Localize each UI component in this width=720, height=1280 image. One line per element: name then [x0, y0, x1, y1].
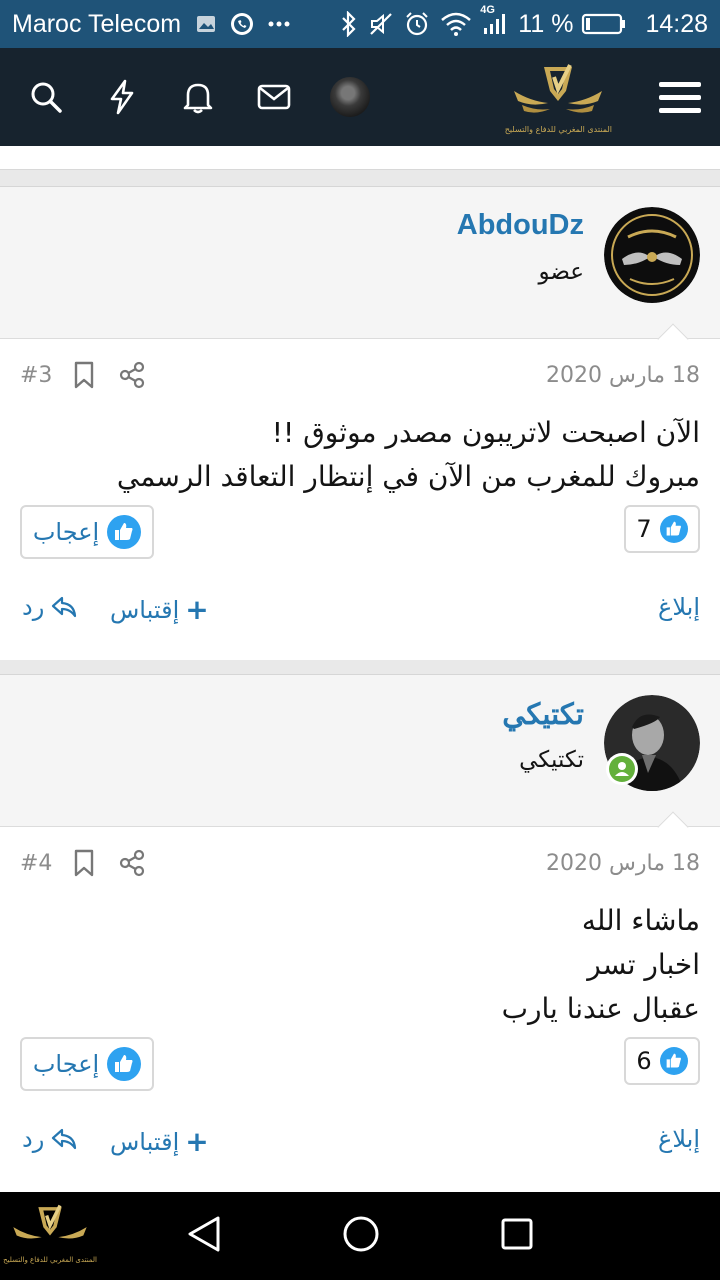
alerts-button[interactable] — [160, 48, 236, 146]
post-number[interactable]: #3 — [20, 363, 52, 388]
post-line: الآن اصبحت لاتريبون مصدر موثوق !! — [271, 416, 700, 449]
post-separator — [0, 660, 720, 674]
post: تكتيكي تكتيكي 18 مارس 2020 #4 ماشاء الله… — [0, 674, 720, 1192]
back-icon — [188, 1216, 220, 1252]
status-bar: Maroc Telecom 4G 11 % 14:28 — [0, 0, 720, 48]
bell-icon — [183, 83, 213, 114]
more-dots-icon — [267, 20, 291, 28]
home-button[interactable] — [342, 1215, 380, 1257]
reply-link[interactable]: رد — [22, 593, 78, 621]
mail-icon — [257, 84, 291, 110]
thumbs-up-icon — [107, 1047, 142, 1081]
post-date[interactable]: 18 مارس 2020 — [546, 851, 700, 876]
reactions-row: إعجاب 6 — [0, 1037, 720, 1097]
recents-icon — [501, 1218, 533, 1250]
search-icon — [31, 82, 62, 113]
plus-icon: + — [185, 1125, 209, 1158]
thumbs-up-icon — [659, 1047, 688, 1075]
thumbs-up-icon — [107, 515, 142, 549]
post-actions: إبلاغ + إقتباس رد — [0, 1097, 720, 1191]
post-user-block: تكتيكي تكتيكي — [0, 675, 720, 843]
menu-icon — [659, 81, 701, 87]
user-title: تكتيكي — [519, 747, 584, 773]
user-avatar[interactable] — [604, 207, 700, 303]
network-type: 4G — [480, 4, 495, 16]
like-button[interactable]: إعجاب — [20, 1037, 154, 1091]
reply-icon — [52, 596, 77, 618]
bookmark-icon[interactable] — [72, 849, 96, 881]
like-button[interactable]: إعجاب — [20, 505, 154, 559]
home-icon — [343, 1216, 379, 1252]
post-meta: 18 مارس 2020 #3 — [0, 339, 720, 411]
mute-icon — [368, 11, 394, 37]
post-content: ماشاء الله اخبار تسر عقبال عندنا يارب — [0, 899, 720, 1031]
app-header: المنتدى المغربي للدفاع والتسليح — [0, 48, 720, 146]
menu-button[interactable] — [640, 48, 720, 146]
post-meta: 18 مارس 2020 #4 — [0, 827, 720, 899]
report-link[interactable]: إبلاغ — [658, 593, 700, 621]
reply-link[interactable]: رد — [22, 1125, 78, 1153]
post: AbdouDz عضو 18 مارس 2020 #3 الآن اصبحت ل… — [0, 186, 720, 660]
reactions-row: إعجاب 7 — [0, 505, 720, 565]
post-line: عقبال عندنا يارب — [501, 992, 700, 1025]
gallery-icon — [195, 13, 217, 35]
signal-icon: 4G — [480, 4, 508, 36]
flash-icon — [110, 79, 134, 115]
share-icon[interactable] — [118, 849, 146, 881]
post-user-block: AbdouDz عضو — [0, 187, 720, 355]
recents-button[interactable] — [500, 1217, 534, 1255]
report-link[interactable]: إبلاغ — [658, 1125, 700, 1153]
system-nav-bar: المنتدى المغربي للدفاع والتسليح — [0, 1192, 720, 1280]
post-separator — [0, 170, 720, 186]
logo-caption: المنتدى المغربي للدفاع والتسليح — [504, 124, 612, 134]
post-line: مبروك للمغرب من الآن في إنتظار التعاقد ا… — [116, 460, 700, 493]
quote-label: إقتباس — [110, 1127, 180, 1156]
wifi-icon — [440, 12, 472, 36]
bookmark-icon[interactable] — [72, 361, 96, 393]
like-count: 6 — [636, 1047, 652, 1075]
reply-label: رد — [22, 1125, 45, 1153]
like-label: إعجاب — [32, 518, 100, 546]
quote-label: إقتباس — [110, 595, 180, 624]
bluetooth-icon — [340, 11, 358, 37]
back-button[interactable] — [186, 1214, 222, 1258]
battery-icon — [581, 12, 627, 36]
post-date[interactable]: 18 مارس 2020 — [546, 363, 700, 388]
site-logo[interactable]: المنتدى المغربي للدفاع والتسليح — [505, 61, 612, 134]
thumbs-up-icon — [659, 515, 688, 543]
like-count: 7 — [636, 515, 652, 543]
post-content: الآن اصبحت لاتريبون مصدر موثوق !! مبروك … — [0, 411, 720, 499]
whats-new-button[interactable] — [84, 48, 160, 146]
plus-icon: + — [185, 593, 209, 626]
post-actions: إبلاغ + إقتباس رد — [0, 565, 720, 659]
alarm-icon — [404, 11, 430, 37]
quote-link[interactable]: + إقتباس — [110, 593, 209, 626]
clock: 14:28 — [645, 9, 708, 38]
watermark-caption: المنتدى المغربي للدفاع والتسليح — [3, 1256, 97, 1264]
quote-link[interactable]: + إقتباس — [110, 1125, 209, 1158]
online-indicator — [606, 753, 638, 785]
reaction-summary[interactable]: 7 — [624, 505, 700, 553]
username[interactable]: AbdouDz — [457, 209, 584, 242]
account-avatar[interactable] — [330, 77, 370, 117]
search-button[interactable] — [8, 48, 84, 146]
user-title: عضو — [538, 259, 584, 285]
reaction-summary[interactable]: 6 — [624, 1037, 700, 1085]
inbox-button[interactable] — [236, 48, 312, 146]
watermark-logo: المنتدى المغربي للدفاع والتسليح — [3, 1200, 97, 1274]
username[interactable]: تكتيكي — [502, 697, 584, 732]
share-icon[interactable] — [118, 361, 146, 393]
carrier-name: Maroc Telecom — [12, 9, 182, 38]
like-label: إعجاب — [32, 1050, 100, 1078]
post-line: اخبار تسر — [587, 948, 700, 981]
reply-icon — [52, 1128, 77, 1150]
post-number[interactable]: #4 — [20, 851, 52, 876]
reply-label: رد — [22, 593, 45, 621]
whatsapp-icon — [229, 11, 255, 37]
battery-percent: 11 % — [518, 9, 574, 38]
previous-post-end — [0, 146, 720, 170]
post-line: ماشاء الله — [581, 904, 700, 937]
